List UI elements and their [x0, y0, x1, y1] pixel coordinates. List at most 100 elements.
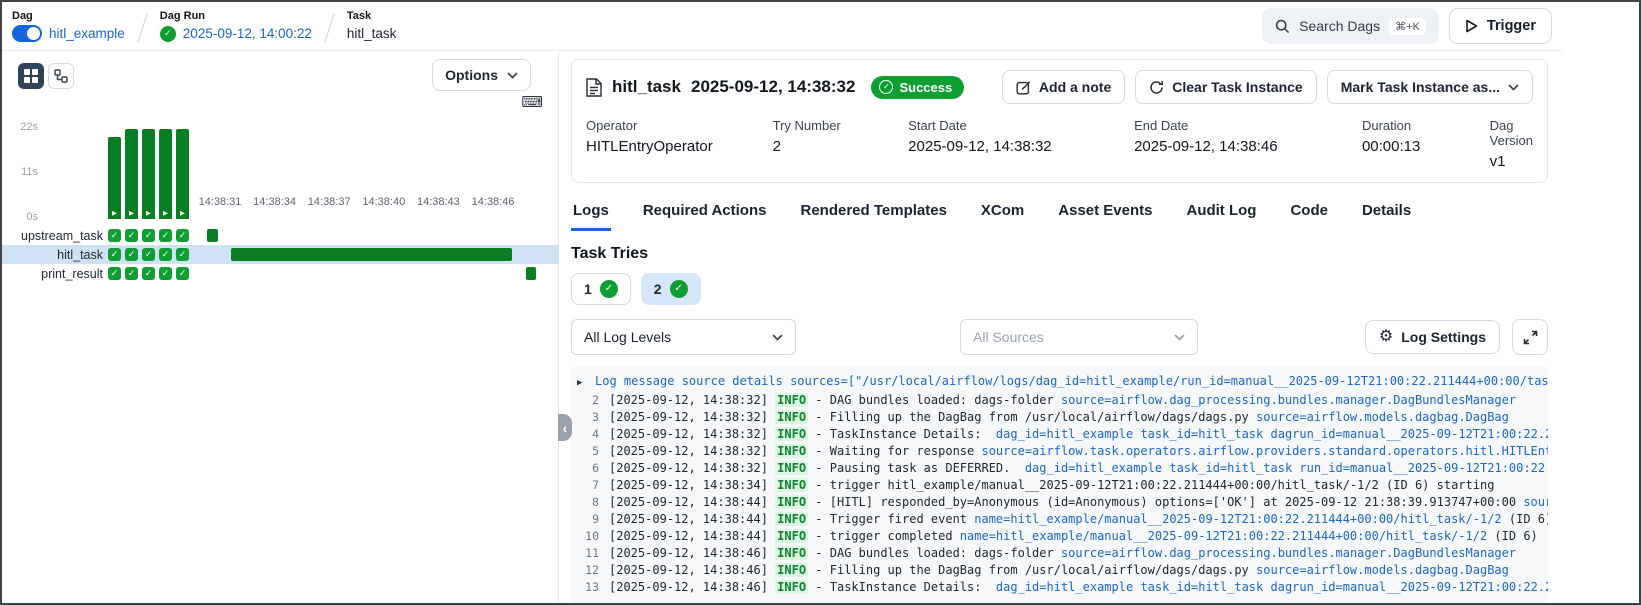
- chevron-down-icon: [1508, 84, 1519, 91]
- log-link[interactable]: task_id=hitl_task: [1140, 427, 1263, 441]
- dag-run-bar[interactable]: ▶: [108, 137, 121, 219]
- line-number: 2: [577, 392, 599, 409]
- line-number: 11: [577, 545, 599, 562]
- log-settings-button[interactable]: ⚙ Log Settings: [1365, 320, 1500, 354]
- tab-xcom[interactable]: XCom: [979, 197, 1026, 231]
- breadcrumb-dag-link[interactable]: hitl_example: [49, 26, 125, 41]
- log-link[interactable]: source=airflow: [1523, 495, 1548, 509]
- log-line: 4[2025-09-12, 14:38:32] INFO - TaskInsta…: [577, 426, 1548, 443]
- try-chip-2[interactable]: 2✓: [641, 273, 701, 305]
- log-link[interactable]: name=hitl_example/manual__2025-09-12T21:…: [974, 512, 1501, 526]
- topbar: Dag hitl_example Dag Run ✓ 2025-09-12, 1…: [2, 2, 1562, 51]
- search-shortcut: ⌘+K: [1389, 18, 1426, 35]
- tab-logs[interactable]: Logs: [571, 197, 611, 231]
- breadcrumb-dagrun-link[interactable]: 2025-09-12, 14:00:22: [183, 26, 312, 41]
- try-number: 2: [654, 281, 662, 297]
- task-row-print-result[interactable]: print_result✓✓✓✓✓: [2, 264, 559, 283]
- log-link[interactable]: source=airflow.task.operators.airflow.pr…: [981, 444, 1548, 458]
- tab-required-actions[interactable]: Required Actions: [641, 197, 769, 231]
- task-instance-check[interactable]: ✓: [142, 248, 155, 261]
- log-timestamp: [2025-09-12, 14:38:32]: [609, 444, 775, 458]
- task-instance-check[interactable]: ✓: [125, 267, 138, 280]
- breadcrumb-dagrun-label: Dag Run: [160, 10, 312, 22]
- task-meta-row: OperatorHITLEntryOperatorTry Number2Star…: [586, 118, 1533, 170]
- task-instance-check[interactable]: ✓: [108, 248, 121, 261]
- log-timestamp: [2025-09-12, 14:38:46]: [609, 580, 775, 594]
- dag-run-bar[interactable]: ▶: [176, 129, 189, 219]
- task-doc-icon: [586, 78, 602, 97]
- graph-view-button[interactable]: [48, 63, 74, 89]
- tab-asset-events[interactable]: Asset Events: [1056, 197, 1154, 231]
- dag-run-bar[interactable]: ▶: [159, 129, 172, 219]
- time-tick: 14:38:40: [362, 196, 405, 208]
- grid-view-button[interactable]: [18, 63, 44, 89]
- meta-label: Start Date: [908, 118, 1134, 133]
- tab-code[interactable]: Code: [1288, 197, 1330, 231]
- task-row-hitl-task[interactable]: hitl_task✓✓✓✓✓: [2, 245, 559, 264]
- log-link[interactable]: source=airflow.dag_processing.bundles.ma…: [1061, 393, 1516, 407]
- meta-label: Duration: [1362, 118, 1490, 133]
- expand-logs-button[interactable]: [1512, 319, 1548, 355]
- gantt-bar[interactable]: [207, 229, 218, 242]
- task-instance-check[interactable]: ✓: [159, 229, 172, 242]
- log-sources-value: All Sources: [973, 329, 1044, 345]
- task-instance-check[interactable]: ✓: [176, 248, 189, 261]
- gantt-bar[interactable]: [526, 267, 536, 280]
- task-instance-states: ✓ ✓ ✓ ✓ ✓: [108, 267, 193, 280]
- log-text: - DAG bundles loaded: dags-folder: [808, 393, 1061, 407]
- play-icon: ▶: [129, 208, 134, 219]
- dag-pause-toggle[interactable]: [12, 25, 42, 42]
- meta-try-number: Try Number2: [773, 118, 909, 170]
- gantt-bar[interactable]: [231, 248, 512, 261]
- task-instance-check[interactable]: ✓: [176, 229, 189, 242]
- tab-audit-log[interactable]: Audit Log: [1184, 197, 1258, 231]
- try-chip-1[interactable]: 1✓: [571, 273, 631, 305]
- task-instance-check[interactable]: ✓: [142, 267, 155, 280]
- breadcrumb-separator: [137, 14, 147, 43]
- task-instance-check[interactable]: ✓: [125, 248, 138, 261]
- trigger-button[interactable]: Trigger: [1449, 8, 1552, 44]
- task-instance-check[interactable]: ✓: [176, 267, 189, 280]
- tab-details[interactable]: Details: [1360, 197, 1413, 231]
- task-row-upstream-task[interactable]: upstream_task✓✓✓✓✓: [2, 226, 559, 245]
- log-link[interactable]: source=airflow.models.dagbag.DagBag: [1256, 563, 1509, 577]
- log-link[interactable]: dag_id=hitl_example: [996, 427, 1133, 441]
- search-dags-button[interactable]: Search Dags ⌘+K: [1262, 8, 1439, 44]
- task-instance-check[interactable]: ✓: [142, 229, 155, 242]
- task-instance-check[interactable]: ✓: [159, 248, 172, 261]
- dag-run-bar[interactable]: ▶: [142, 129, 155, 219]
- meta-value: 2025-09-12, 14:38:46: [1134, 138, 1362, 155]
- dag-run-bar[interactable]: ▶: [125, 129, 138, 219]
- mark-task-instance-as-button[interactable]: Mark Task Instance as...: [1327, 70, 1533, 104]
- log-link[interactable]: source=airflow.dag_processing.bundles.ma…: [1061, 546, 1516, 560]
- log-levels-select[interactable]: All Log Levels: [571, 319, 796, 355]
- log-link[interactable]: source=airflow.models.dagbag.DagBag: [1256, 410, 1509, 424]
- log-link[interactable]: task_id=hitl_task: [1169, 461, 1292, 475]
- log-viewer[interactable]: ▶Log message source details sources=["/u…: [571, 367, 1548, 603]
- log-link[interactable]: dagrun_id=manual__2025-09-12T21:00:22.21…: [1271, 427, 1549, 441]
- log-link[interactable]: run_id=manual__2025-09-12T21:00:22.21144…: [1299, 461, 1548, 475]
- log-link[interactable]: dagrun_id=manual__2025-09-12T21:00:22.21…: [1271, 580, 1549, 594]
- log-line: 10[2025-09-12, 14:38:44] INFO - trigger …: [577, 528, 1548, 545]
- panel-splitter-handle[interactable]: ‹: [558, 414, 572, 441]
- line-number: 9: [577, 511, 599, 528]
- task-instance-check[interactable]: ✓: [108, 267, 121, 280]
- task-instance-check[interactable]: ✓: [159, 267, 172, 280]
- log-summary-line[interactable]: ▶Log message source details sources=["/u…: [577, 373, 1548, 392]
- keyboard-shortcuts-icon[interactable]: ⌨: [521, 95, 543, 110]
- refresh-icon: [1149, 80, 1164, 95]
- log-link[interactable]: task_id=hitl_task: [1140, 580, 1263, 594]
- options-button[interactable]: Options: [432, 59, 531, 91]
- time-tick: 14:38:43: [417, 196, 460, 208]
- task-instance-check[interactable]: ✓: [108, 229, 121, 242]
- clear-task-instance-button[interactable]: Clear Task Instance: [1135, 70, 1316, 104]
- task-instance-check[interactable]: ✓: [125, 229, 138, 242]
- add-note-button[interactable]: Add a note: [1002, 70, 1125, 104]
- tab-rendered-templates[interactable]: Rendered Templates: [798, 197, 948, 231]
- log-link[interactable]: dag_id=hitl_example: [1025, 461, 1162, 475]
- log-link[interactable]: name=hitl_example/manual__2025-09-12T21:…: [960, 529, 1487, 543]
- log-link[interactable]: dag_id=hitl_example: [996, 580, 1133, 594]
- log-sources-select[interactable]: All Sources: [960, 319, 1198, 355]
- play-icon: ▶: [112, 208, 117, 219]
- note-icon: [1016, 80, 1031, 95]
